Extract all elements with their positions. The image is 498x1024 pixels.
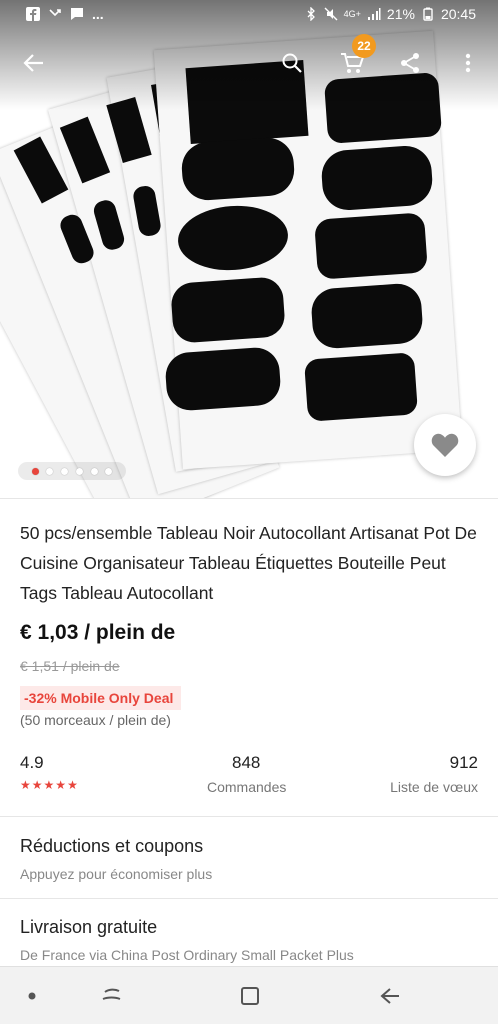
missed-call-icon — [49, 9, 61, 17]
chalkboard-label — [164, 346, 282, 412]
orders-count: 848 — [232, 753, 261, 772]
gallery-dot[interactable] — [46, 467, 54, 475]
battery-percent: 21% — [386, 6, 415, 22]
cart-count-badge: 22 — [352, 34, 376, 58]
gallery-dot[interactable] — [90, 467, 98, 475]
chalkboard-label — [170, 276, 286, 344]
chalkboard-label — [303, 352, 419, 422]
system-back-button[interactable] — [370, 979, 410, 1013]
home-button[interactable] — [230, 979, 270, 1013]
coupons-section[interactable]: Réductions et coupons Appuyez pour écono… — [0, 820, 498, 890]
star-icon: ★ — [67, 778, 78, 792]
shipping-subtitle: De France via China Post Ordinary Small … — [20, 947, 354, 963]
search-icon — [282, 53, 302, 73]
dot-icon — [28, 992, 36, 1000]
more-options-button[interactable] — [446, 40, 490, 86]
divider — [0, 498, 498, 499]
recent-apps-button[interactable] — [92, 979, 132, 1013]
gallery-dot[interactable] — [105, 467, 113, 475]
star-icon: ★ — [43, 778, 55, 792]
star-icon: ★ — [31, 778, 43, 792]
clock: 20:45 — [440, 6, 476, 22]
rating-value: 4.9 — [20, 753, 44, 772]
shipping-section[interactable]: Livraison gratuite De France via China P… — [0, 902, 498, 966]
gallery-pagination — [18, 462, 126, 480]
original-price: € 1,51 / plein de — [20, 658, 120, 674]
battery-icon — [423, 7, 433, 21]
product-title: 50 pcs/ensemble Tableau Noir Autocollant… — [20, 523, 477, 603]
facebook-icon — [26, 7, 40, 21]
nav-dot-button[interactable] — [12, 979, 52, 1013]
gallery-dot[interactable] — [31, 467, 39, 475]
shipping-title: Livraison gratuite — [20, 917, 158, 937]
chalkboard-label — [180, 136, 296, 202]
share-button[interactable] — [388, 40, 432, 86]
bluetooth-icon — [307, 7, 315, 21]
more-notifications-icon: ... — [92, 6, 104, 22]
product-price: € 1,03 / plein de — [20, 621, 176, 644]
chalkboard-label — [320, 144, 434, 212]
wishlist-label: Liste de vœux — [390, 779, 478, 795]
rating-stars: ★ ★ ★ ★ ★ — [20, 778, 78, 792]
cart-button[interactable]: 22 — [330, 34, 376, 86]
mute-icon — [324, 7, 338, 21]
top-toolbar: 22 — [0, 34, 498, 86]
search-button[interactable] — [270, 40, 314, 86]
gallery-dot[interactable] — [61, 467, 69, 475]
orders-label: Commandes — [207, 779, 287, 795]
divider — [0, 898, 498, 899]
divider — [0, 816, 498, 817]
system-navigation-bar — [0, 966, 498, 1024]
deal-badge: -32% Mobile Only Deal — [20, 686, 182, 710]
coupons-title: Réductions et coupons — [20, 836, 204, 856]
star-icon: ★ — [55, 778, 67, 792]
home-square-icon — [241, 987, 259, 1005]
back-button[interactable] — [12, 40, 56, 86]
status-bar: ... 4G+ 21% 20:45 — [0, 0, 498, 30]
chalkboard-label — [314, 212, 428, 280]
coupons-subtitle: Appuyez pour économiser plus — [20, 866, 213, 882]
network-type: 4G+ — [343, 9, 361, 19]
heart-icon — [431, 433, 459, 457]
star-icon: ★ — [20, 778, 31, 792]
share-icon — [401, 53, 419, 73]
signal-icon — [367, 8, 381, 20]
message-icon — [71, 8, 83, 20]
back-arrow-icon — [380, 988, 399, 1004]
chalkboard-label — [310, 282, 424, 350]
more-vertical-icon — [465, 53, 471, 73]
gallery-dot[interactable] — [75, 467, 83, 475]
recent-apps-icon — [102, 988, 121, 1000]
arrow-left-icon — [23, 54, 43, 72]
unit-info: (50 morceaux / plein de) — [20, 712, 171, 728]
wishlist-count: 912 — [449, 753, 478, 772]
wishlist-button[interactable] — [414, 414, 476, 476]
